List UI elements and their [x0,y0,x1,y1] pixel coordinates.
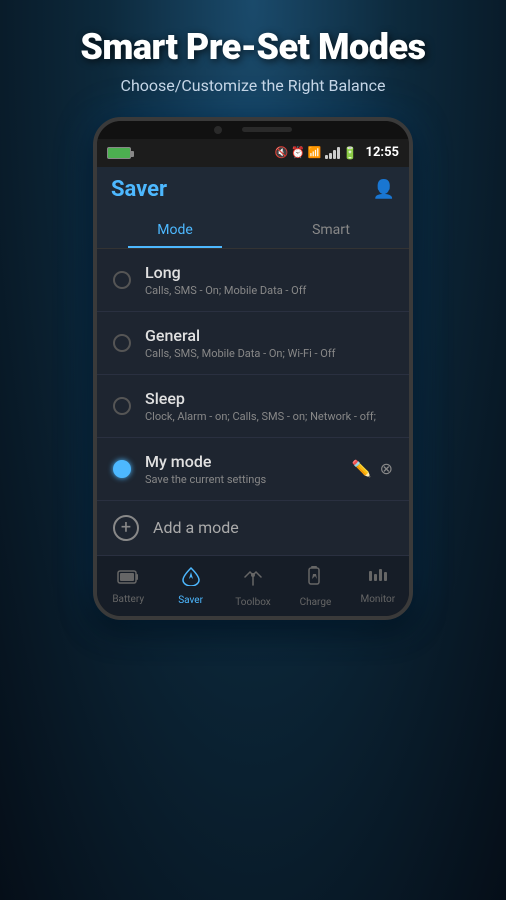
mode-item-sleep[interactable]: Sleep Clock, Alarm - on; Calls, SMS - on… [97,375,409,438]
header-section: Smart Pre-Set Modes Choose/Customize the… [0,0,506,107]
monitor-nav-icon [367,566,389,591]
app-title: Saver [111,177,167,202]
alarm-icon: ⏰ [291,146,305,159]
front-camera [214,126,222,134]
nav-item-monitor[interactable]: Monitor [347,562,409,612]
mode-name-general: General [145,326,393,345]
nav-item-saver[interactable]: Saver [159,562,221,612]
battery-status-indicator [107,147,131,159]
mode-content-general: General Calls, SMS, Mobile Data - On; Wi… [145,326,393,360]
sub-title: Choose/Customize the Right Balance [20,76,486,95]
mode-content-long: Long Calls, SMS - On; Mobile Data - Off [145,263,393,297]
phone-mockup: 🔇 ⏰ 📶 🔋 12:55 Saver 👤 [83,117,423,900]
status-right: 🔇 ⏰ 📶 🔋 12:55 [274,145,399,160]
add-mode-label: Add a mode [153,518,239,537]
toolbox-nav-icon [242,566,264,594]
app-header: Saver 👤 [97,167,409,212]
saver-nav-label: Saver [178,595,203,606]
saver-nav-icon [179,566,203,592]
mode-actions-mymode: ✏️ ⊗ [352,459,393,478]
mode-content-mymode: My mode Save the current settings [145,452,344,486]
phone-top [97,121,409,139]
mute-icon: 🔇 [274,146,288,159]
speaker-slot [242,127,292,132]
nav-item-battery[interactable]: Battery [97,562,159,612]
add-mode-item[interactable]: + Add a mode [97,501,409,555]
tab-smart[interactable]: Smart [253,212,409,248]
edit-mode-icon[interactable]: ✏️ [352,459,372,478]
status-left [107,147,131,159]
wifi-icon: 📶 [308,146,322,159]
toolbox-nav-label: Toolbox [235,597,271,608]
profile-icon[interactable]: 👤 [373,179,395,200]
mode-desc-long: Calls, SMS - On; Mobile Data - Off [145,284,393,297]
mode-desc-mymode: Save the current settings [145,473,344,486]
charge-nav-label: Charge [300,597,332,608]
bottom-nav: Battery Saver Toolbox [97,555,409,616]
mode-radio-long[interactable] [113,271,131,289]
main-title: Smart Pre-Set Modes [20,28,486,68]
status-icons: 🔇 ⏰ 📶 🔋 [274,146,357,160]
mode-name-mymode: My mode [145,452,344,471]
signal-bars [325,147,340,159]
mode-name-sleep: Sleep [145,389,393,408]
tabs-bar: Mode Smart [97,212,409,249]
delete-mode-icon[interactable]: ⊗ [380,459,393,478]
monitor-nav-label: Monitor [361,594,396,605]
status-bar: 🔇 ⏰ 📶 🔋 12:55 [97,139,409,167]
nav-item-toolbox[interactable]: Toolbox [222,562,284,612]
mode-desc-sleep: Clock, Alarm - on; Calls, SMS - on; Netw… [145,410,393,423]
mode-desc-general: Calls, SMS, Mobile Data - On; Wi-Fi - Of… [145,347,393,360]
battery-icon: 🔋 [343,146,358,160]
mode-item-general[interactable]: General Calls, SMS, Mobile Data - On; Wi… [97,312,409,375]
mode-list: Long Calls, SMS - On; Mobile Data - Off … [97,249,409,555]
add-mode-icon[interactable]: + [113,515,139,541]
mode-content-sleep: Sleep Clock, Alarm - on; Calls, SMS - on… [145,389,393,423]
mode-item-mymode[interactable]: My mode Save the current settings ✏️ ⊗ [97,438,409,501]
mode-name-long: Long [145,263,393,282]
phone-frame: 🔇 ⏰ 📶 🔋 12:55 Saver 👤 [93,117,413,620]
mode-radio-mymode[interactable] [113,460,131,478]
status-time: 12:55 [366,145,400,160]
nav-item-charge[interactable]: Charge [284,562,346,612]
mode-radio-sleep[interactable] [113,397,131,415]
mode-radio-general[interactable] [113,334,131,352]
battery-nav-icon [117,566,139,591]
charge-nav-icon [304,566,326,594]
mode-item-long[interactable]: Long Calls, SMS - On; Mobile Data - Off [97,249,409,312]
tab-mode[interactable]: Mode [97,212,253,248]
battery-nav-label: Battery [112,594,144,605]
